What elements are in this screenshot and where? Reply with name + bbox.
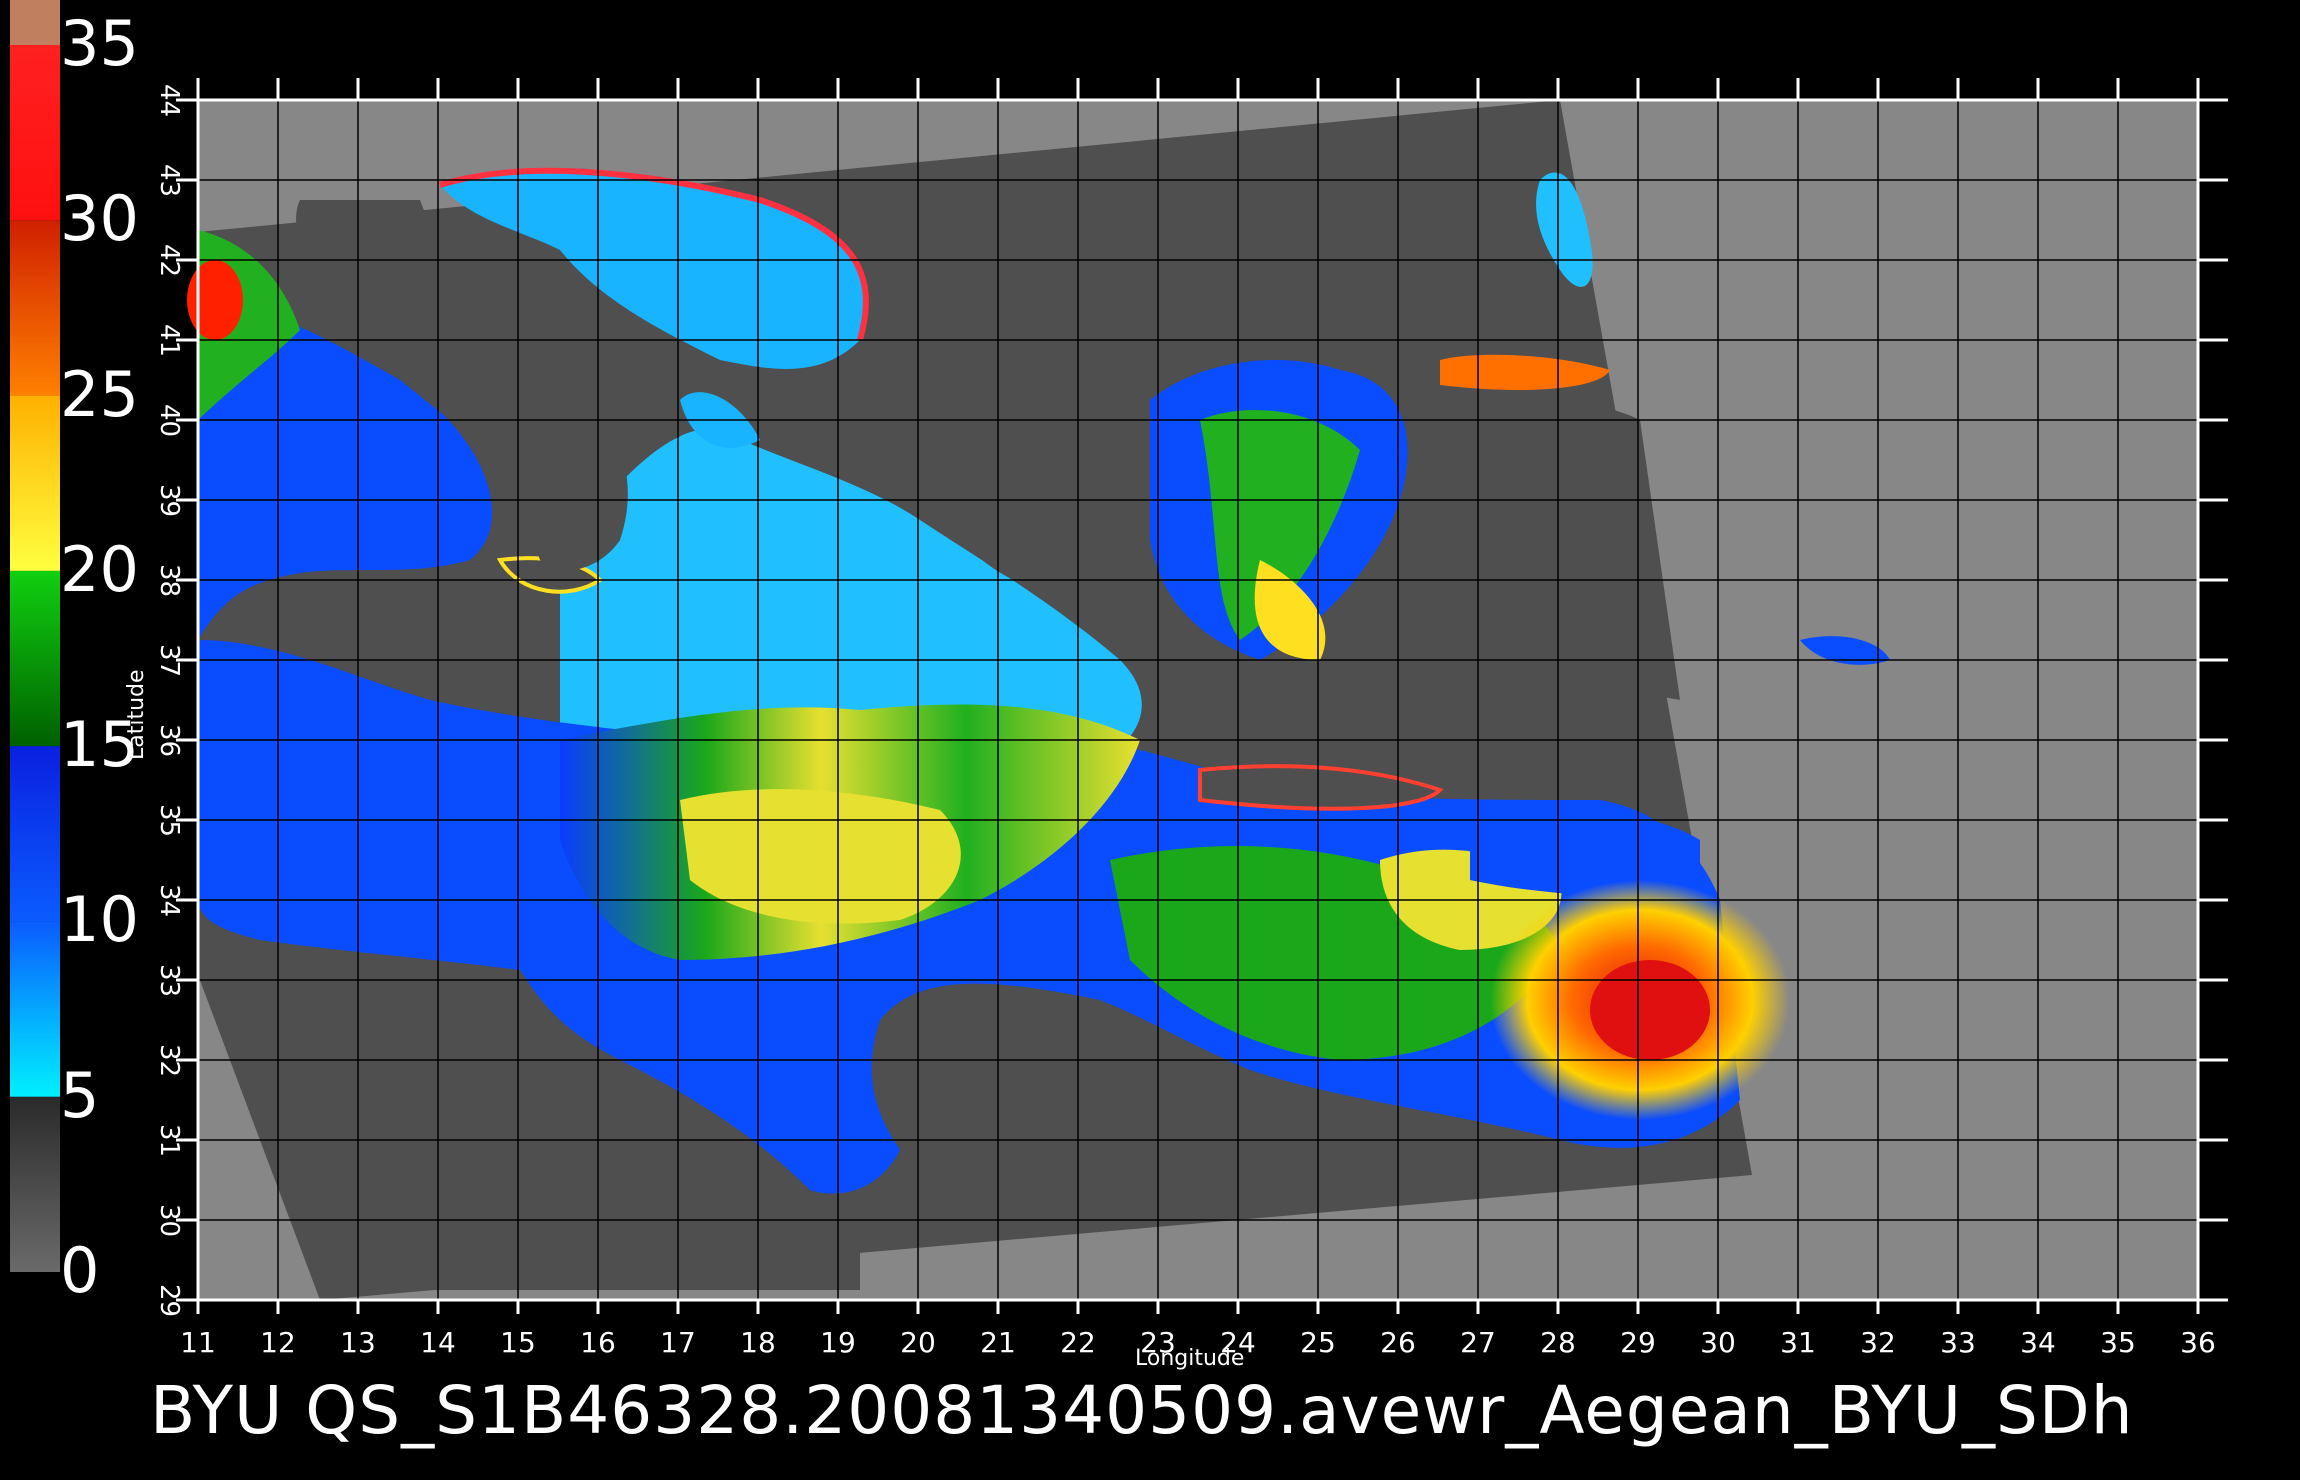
y-tick-label: 33 (154, 964, 184, 998)
x-tick-label: 22 (1060, 1326, 1096, 1359)
colorbar-segment (10, 220, 60, 396)
colorbar-segment (10, 921, 60, 1097)
colorbar (10, 0, 60, 1272)
y-tick-label: 39 (154, 484, 184, 518)
y-tick-label: 31 (154, 1124, 184, 1158)
y-tick-label: 29 (154, 1284, 184, 1318)
x-axis-label: Longitude (1135, 1346, 1245, 1371)
y-tick-label: 43 (154, 164, 184, 198)
colorbar-segment (10, 395, 60, 571)
x-tick-label: 26 (1380, 1326, 1416, 1359)
x-tick-label: 35 (2100, 1326, 2136, 1359)
colorbar-label: 30 (60, 182, 139, 256)
y-tick-label: 44 (154, 84, 184, 118)
x-tick-label: 28 (1540, 1326, 1576, 1359)
x-tick-label: 29 (1620, 1326, 1656, 1359)
y-tick-label: 38 (154, 564, 184, 598)
colorbar-label: 35 (60, 7, 139, 80)
x-tick-label: 20 (900, 1326, 936, 1359)
colorbar-segment (10, 746, 60, 922)
x-tick-label: 36 (2180, 1326, 2216, 1359)
colorbar-cap (10, 0, 60, 45)
y-tick-label: 37 (154, 644, 184, 678)
colorbar-segment (10, 570, 60, 747)
x-tick-label: 25 (1300, 1326, 1336, 1359)
x-tick-label: 18 (740, 1326, 776, 1359)
y-axis-label: Latitude (124, 669, 149, 760)
x-tick-label: 19 (820, 1326, 856, 1359)
colorbar-label: 0 (60, 1234, 100, 1307)
y-tick-label: 41 (154, 324, 184, 358)
x-tick-label: 11 (180, 1326, 216, 1359)
x-tick-label: 21 (980, 1326, 1016, 1359)
y-tick-label: 40 (154, 404, 184, 438)
x-tick-label: 32 (1860, 1326, 1896, 1359)
x-tick-label: 13 (340, 1326, 376, 1359)
y-tick-label: 36 (154, 724, 184, 758)
y-tick-label: 32 (154, 1044, 184, 1078)
y-tick-label: 42 (154, 244, 184, 278)
colorbar-segment (10, 45, 60, 221)
product-caption: BYU QS_S1B46328.20081340509.avewr_Aegean… (150, 1372, 2134, 1449)
x-tick-label: 30 (1700, 1326, 1736, 1359)
x-tick-label: 14 (420, 1326, 456, 1359)
x-tick-label: 12 (260, 1326, 296, 1359)
map-figure (10, 0, 2228, 1314)
colorbar-label: 20 (60, 532, 139, 606)
x-tick-label: 17 (660, 1326, 696, 1359)
x-tick-label: 27 (1460, 1326, 1496, 1359)
x-tick-label: 33 (1940, 1326, 1976, 1359)
colorbar-label: 10 (60, 883, 139, 957)
x-tick-label: 31 (1780, 1326, 1816, 1359)
colorbar-label: 25 (60, 357, 139, 431)
x-tick-label: 34 (2020, 1326, 2056, 1359)
y-tick-label: 30 (154, 1204, 184, 1238)
x-tick-label: 15 (500, 1326, 536, 1359)
y-tick-label: 34 (154, 884, 184, 918)
colorbar-segment (10, 1096, 60, 1272)
x-tick-label: 16 (580, 1326, 616, 1359)
y-tick-label: 35 (154, 804, 184, 838)
colorbar-label: 5 (60, 1058, 100, 1132)
